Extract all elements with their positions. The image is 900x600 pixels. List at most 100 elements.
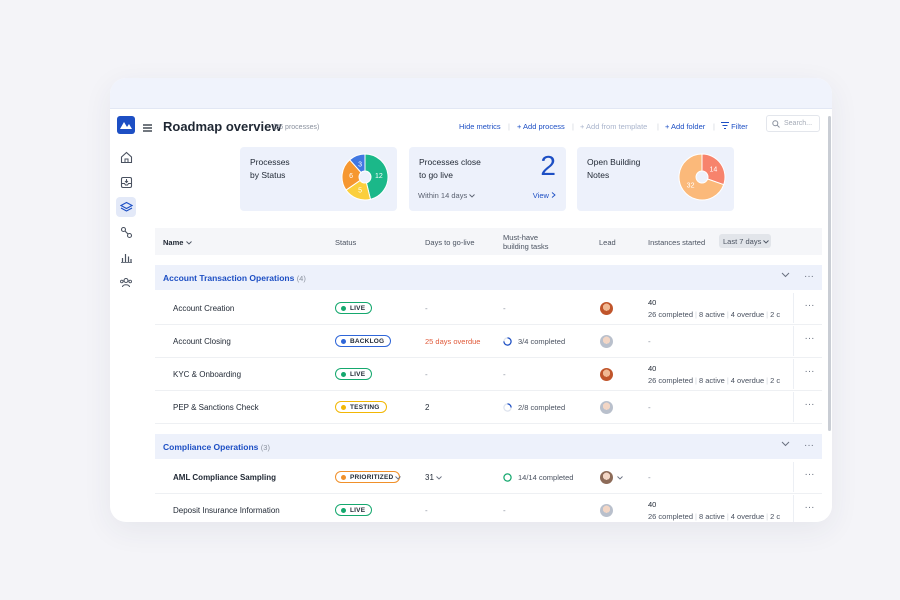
chevron-down-icon[interactable] bbox=[617, 476, 623, 480]
process-name[interactable]: AML Compliance Sampling bbox=[173, 473, 276, 482]
group-header[interactable]: Account Transaction Operations (4) ··· bbox=[155, 265, 822, 290]
table-row[interactable]: AML Compliance Sampling PRIORITIZED 31 1… bbox=[155, 461, 825, 494]
golive-metric-card[interactable]: Processes close to go live 2 Within 14 d… bbox=[409, 147, 566, 211]
instances-overdue: 4 overdue bbox=[730, 376, 765, 385]
status-label: LIVE bbox=[350, 371, 366, 378]
scrollbar[interactable] bbox=[828, 116, 831, 431]
instances-extra: 2 c bbox=[770, 310, 781, 319]
status-badge[interactable]: TESTING bbox=[335, 401, 387, 413]
avatar[interactable] bbox=[600, 302, 613, 315]
process-name[interactable]: Deposit Insurance Information bbox=[173, 506, 280, 515]
workflow-icon[interactable] bbox=[116, 222, 136, 242]
chevron-down-icon[interactable] bbox=[781, 441, 790, 447]
instances-summary: - bbox=[648, 403, 651, 412]
instances-summary: 40 26 completed | 8 active | 4 overdue | 2 c bbox=[648, 297, 780, 321]
status-badge[interactable]: LIVE bbox=[335, 368, 373, 380]
left-rail bbox=[110, 109, 142, 522]
filter-button[interactable]: Filter bbox=[721, 122, 748, 131]
notes-card-label-line2: Notes bbox=[587, 170, 610, 180]
column-header-lead[interactable]: Lead bbox=[599, 238, 616, 247]
column-header-tasks[interactable]: Must-have building tasks bbox=[503, 233, 548, 251]
instances-period-dropdown[interactable]: Last 7 days bbox=[719, 234, 771, 248]
column-header-status[interactable]: Status bbox=[335, 238, 356, 247]
status-label: BACKLOG bbox=[350, 338, 385, 345]
group-more-button[interactable]: ··· bbox=[804, 271, 814, 282]
group-more-button[interactable]: ··· bbox=[804, 440, 814, 451]
status-dot bbox=[341, 508, 346, 513]
instances-extra: 2 c bbox=[770, 376, 781, 385]
instances-completed: 26 completed bbox=[648, 310, 694, 319]
group-name: Account Transaction Operations bbox=[163, 273, 295, 283]
status-badge[interactable]: BACKLOG bbox=[335, 335, 392, 347]
group-header[interactable]: Compliance Operations (3) ··· bbox=[155, 434, 822, 459]
row-more-button[interactable]: ··· bbox=[793, 392, 825, 422]
column-header-instances[interactable]: Instances started bbox=[648, 238, 705, 247]
status-badge[interactable]: PRIORITIZED bbox=[335, 471, 401, 483]
instances-summary: 40 26 completed | 8 active | 4 overdue | 2 c bbox=[648, 363, 780, 387]
analytics-icon[interactable] bbox=[116, 247, 136, 267]
status-label: LIVE bbox=[350, 507, 366, 514]
notes-metric-card[interactable]: Open Building Notes 14 32 bbox=[577, 147, 734, 211]
chevron-down-icon[interactable] bbox=[781, 272, 790, 278]
donut-slice-label: 12 bbox=[375, 173, 383, 180]
menu-icon[interactable] bbox=[143, 119, 152, 137]
row-more-button[interactable]: ··· bbox=[793, 359, 825, 389]
hide-metrics-link[interactable]: Hide metrics bbox=[459, 122, 501, 131]
chevron-down-icon[interactable] bbox=[395, 476, 401, 480]
table-row[interactable]: KYC & Onboarding LIVE - - 40 26 complete… bbox=[155, 358, 825, 391]
column-tasks-line2: building tasks bbox=[503, 242, 549, 251]
status-card-label: Processes by Status bbox=[250, 156, 290, 182]
add-process-button[interactable]: + Add process bbox=[517, 122, 565, 131]
status-metric-card[interactable]: Processes by Status 12 5 6 3 bbox=[240, 147, 397, 211]
row-more-button[interactable]: ··· bbox=[793, 293, 825, 323]
table-row[interactable]: Account Closing BACKLOG 25 days overdue … bbox=[155, 325, 825, 358]
avatar[interactable] bbox=[600, 471, 613, 484]
app-logo[interactable] bbox=[117, 116, 135, 134]
instances-completed: 26 completed bbox=[648, 376, 694, 385]
inbox-icon[interactable] bbox=[116, 172, 136, 192]
table-row[interactable]: PEP & Sanctions Check TESTING 2 2/8 comp… bbox=[155, 391, 825, 424]
divider: | bbox=[657, 122, 659, 131]
add-from-template-button[interactable]: + Add from template bbox=[580, 122, 647, 131]
notes-donut-chart: 14 32 bbox=[678, 153, 726, 201]
status-dot bbox=[341, 405, 346, 410]
instances-extra: 2 c bbox=[770, 512, 781, 521]
instances-total: 40 bbox=[648, 500, 657, 509]
tasks-progress: 3/4 completed bbox=[518, 337, 566, 346]
days-to-live: - bbox=[425, 304, 428, 313]
avatar[interactable] bbox=[600, 504, 613, 517]
team-icon[interactable] bbox=[116, 272, 136, 292]
status-label: TESTING bbox=[350, 404, 380, 411]
donut-slice-label: 14 bbox=[710, 166, 718, 173]
add-folder-button[interactable]: + Add folder bbox=[665, 122, 705, 131]
status-badge[interactable]: LIVE bbox=[335, 302, 373, 314]
avatar[interactable] bbox=[600, 401, 613, 414]
process-name[interactable]: KYC & Onboarding bbox=[173, 370, 241, 379]
view-link[interactable]: View bbox=[533, 191, 556, 200]
instances-summary: - bbox=[648, 337, 651, 346]
group-count: (3) bbox=[260, 443, 270, 452]
row-more-button[interactable]: ··· bbox=[793, 326, 825, 356]
row-more-button[interactable]: ··· bbox=[793, 462, 825, 492]
status-badge[interactable]: LIVE bbox=[335, 504, 373, 516]
process-name[interactable]: Account Closing bbox=[173, 337, 231, 346]
period-dropdown[interactable]: Within 14 days bbox=[418, 191, 476, 200]
table-row[interactable]: Deposit Insurance Information LIVE - - 4… bbox=[155, 494, 825, 522]
column-header-name[interactable]: Name bbox=[163, 238, 192, 247]
column-header-days[interactable]: Days to go-live bbox=[425, 238, 475, 247]
chevron-down-icon bbox=[185, 241, 192, 245]
search-input[interactable]: Search... bbox=[766, 115, 820, 132]
home-icon[interactable] bbox=[116, 147, 136, 167]
avatar[interactable] bbox=[600, 368, 613, 381]
days-dropdown[interactable]: 31 bbox=[425, 473, 442, 482]
process-name[interactable]: Account Creation bbox=[173, 304, 234, 313]
golive-card-label: Processes close to go live bbox=[419, 156, 481, 182]
table-row[interactable]: Account Creation LIVE - - 40 26 complete… bbox=[155, 292, 825, 325]
avatar[interactable] bbox=[600, 335, 613, 348]
golive-card-label-line2: to go live bbox=[419, 170, 454, 180]
layers-icon[interactable] bbox=[116, 197, 136, 217]
status-card-label-line1: Processes bbox=[250, 157, 290, 167]
process-name[interactable]: PEP & Sanctions Check bbox=[173, 403, 259, 412]
group-title: Compliance Operations (3) bbox=[163, 442, 270, 452]
row-more-button[interactable]: ··· bbox=[793, 495, 825, 522]
